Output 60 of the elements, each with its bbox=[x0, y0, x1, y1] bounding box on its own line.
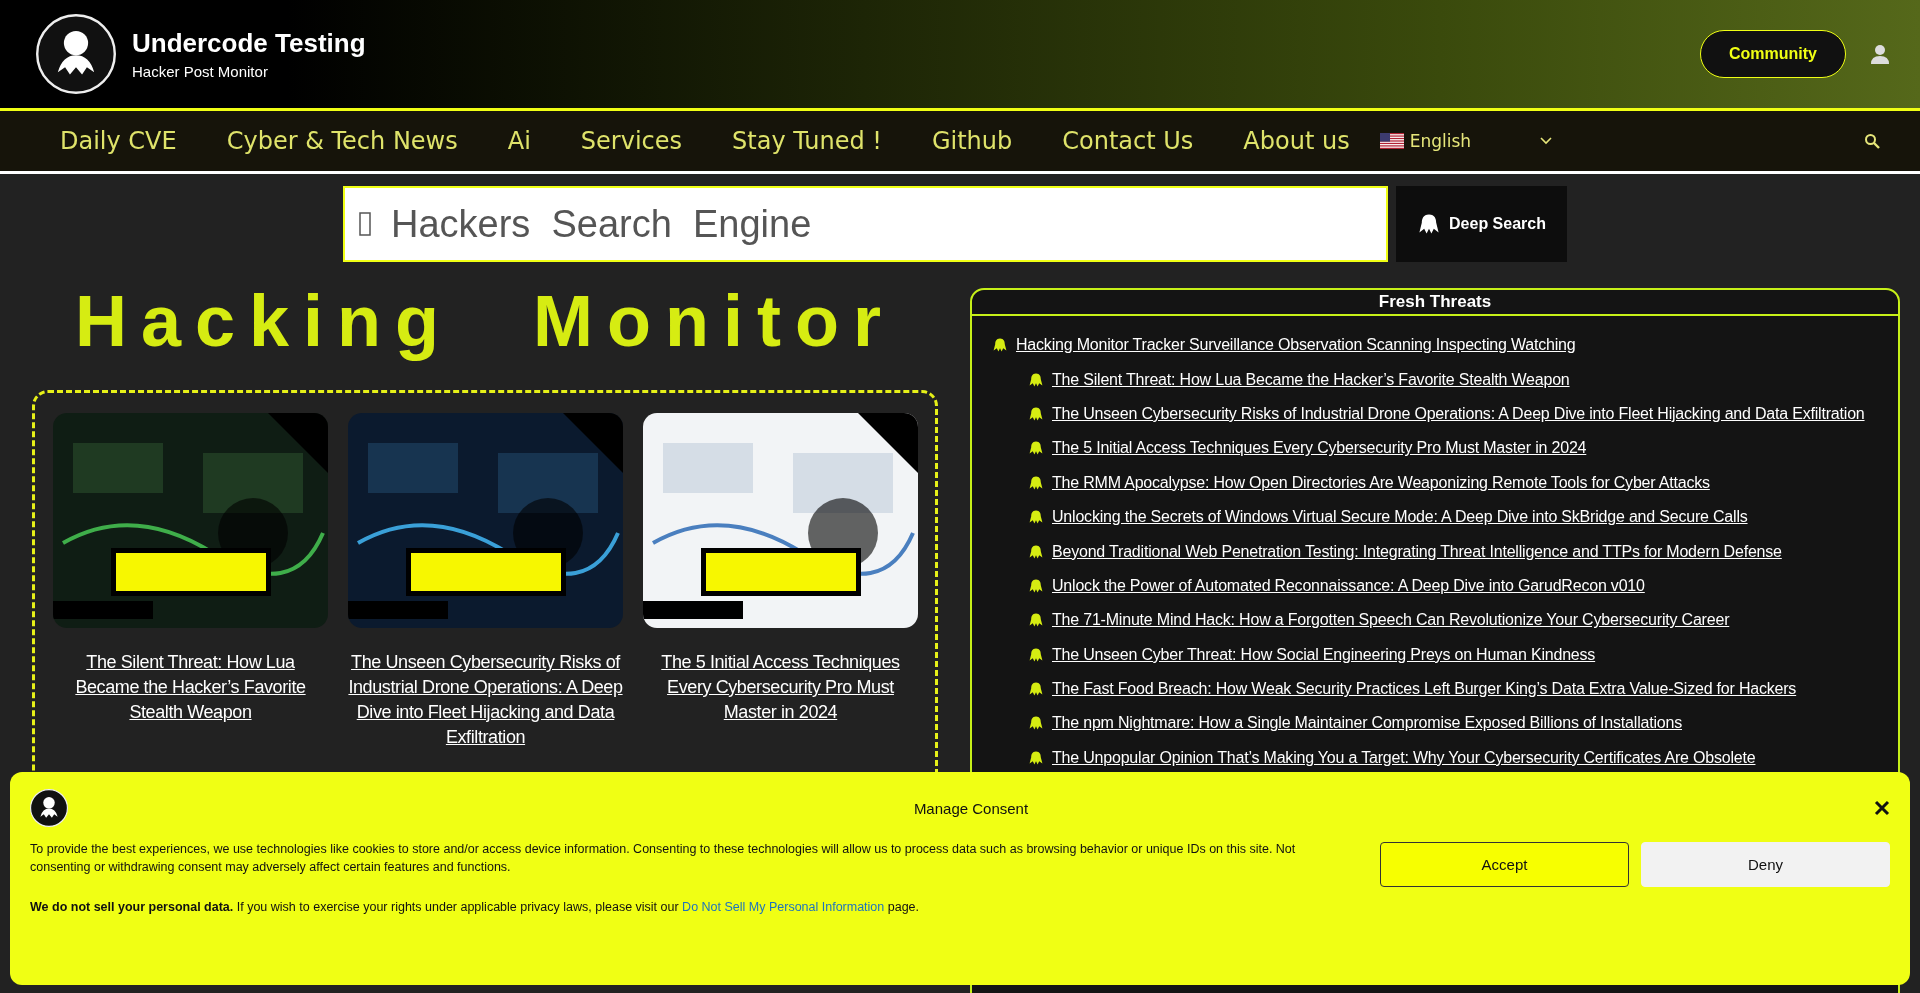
octopus-icon bbox=[1028, 440, 1044, 457]
headline-word: Hacking bbox=[75, 280, 454, 362]
octopus-icon bbox=[1028, 612, 1044, 629]
consent-title: Manage Consent bbox=[913, 799, 1029, 817]
missing-glyph-icon bbox=[359, 212, 371, 236]
threat-link[interactable]: The Unseen Cyber Threat: How Social Engineering Preys on Human Kindness bbox=[1052, 645, 1596, 664]
threat-link[interactable]: The npm Nightmare: How a Single Maintainer Compromise Exposed Billions of Installations bbox=[1052, 714, 1682, 733]
privacy-link[interactable]: Do Not Sell My Personal Information bbox=[682, 900, 885, 914]
site-title[interactable]: Undercode Testing bbox=[132, 28, 366, 59]
threat-link[interactable]: The Unseen Cybersecurity Risks of Industrial Drone Operations: A Deep Dive into Fleet Hijacking and Data Exfiltration bbox=[1052, 404, 1865, 423]
headline-word: Monitor bbox=[533, 280, 895, 362]
flag-icon bbox=[1379, 133, 1404, 149]
threat-link[interactable]: The RMM Apocalypse: How Open Directories Are Weaponizing Remote Tools for Cyber Attacks bbox=[1052, 473, 1710, 492]
user-icon[interactable] bbox=[1870, 44, 1890, 64]
post-title-link[interactable]: The Silent Threat: How Lua Became the Hacker’s Favorite Stealth Weapon bbox=[53, 650, 328, 725]
octopus-icon bbox=[992, 337, 1008, 354]
octopus-icon bbox=[1028, 681, 1044, 698]
community-button[interactable]: Community bbox=[1700, 30, 1846, 78]
octopus-icon bbox=[1028, 405, 1044, 422]
threat-link[interactable]: Beyond Traditional Web Penetration Testing: Integrating Threat Intelligence and TTPs for Modern Defense bbox=[1052, 542, 1782, 561]
nav-link[interactable]: Cyber & Tech News bbox=[226, 127, 458, 155]
octopus-icon bbox=[1028, 371, 1044, 388]
nav-link[interactable]: About us bbox=[1243, 127, 1350, 155]
consent-text: To provide the best experiences, we use technologies like cookies to store and/or access device information. Consenting to these technologies will allow us to process data such as browsing behavior or unique IDs on this site. Not consenting or withdrawing consent may adversely affect certain features and functions. bbox=[30, 841, 1297, 876]
threat-link[interactable]: Unlocking the Secrets of Windows Virtual Secure Mode: A Deep Dive into SkBridge and Secure Calls bbox=[1052, 508, 1748, 527]
threat-link[interactable]: The Fast Food Breach: How Weak Security Practices Left Burger King’s Data Extra Value-Sized for Hackers bbox=[1052, 680, 1797, 699]
threat-link[interactable]: Hacking Monitor Tracker Surveillance Observation Scanning Inspecting Watching bbox=[1016, 336, 1576, 355]
chevron-down-icon[interactable] bbox=[1539, 137, 1552, 145]
panel-title: Fresh Threats bbox=[1378, 292, 1492, 312]
site-tagline: Hacker Post Monitor bbox=[132, 63, 269, 80]
post-title-link[interactable]: The 5 Initial Access Techniques Every Cybersecurity Pro Must Master in 2024 bbox=[643, 650, 918, 725]
deny-button[interactable]: Deny bbox=[1641, 842, 1890, 887]
nav-link[interactable]: Contact Us bbox=[1062, 127, 1194, 155]
post-title-link[interactable]: The Unseen Cybersecurity Risks of Industrial Drone Operations: A Deep Dive into Fleet Hijacking and Data Exfiltration bbox=[348, 650, 623, 750]
octopus-icon bbox=[1028, 646, 1044, 663]
nav-link[interactable]: Services bbox=[580, 127, 683, 155]
threat-link[interactable]: The 5 Initial Access Techniques Every Cybersecurity Pro Must Master in 2024 bbox=[1052, 439, 1587, 458]
octopus-icon bbox=[1028, 749, 1044, 766]
nav-link[interactable]: Daily CVE bbox=[60, 127, 177, 155]
threat-link[interactable]: Unlock the Power of Automated Reconnaissance: A Deep Dive into GarudRecon v010 bbox=[1052, 576, 1645, 595]
octopus-icon bbox=[1028, 509, 1044, 526]
nav-link[interactable]: Github bbox=[931, 127, 1013, 155]
close-icon[interactable] bbox=[1874, 800, 1890, 816]
logo-icon bbox=[36, 14, 116, 94]
octopus-icon bbox=[1028, 543, 1044, 560]
octopus-icon bbox=[1028, 474, 1044, 491]
threat-link[interactable]: The Unpopular Opinion That’s Making You a Target: Why Your Cybersecurity Certificates Are Obsolete bbox=[1052, 748, 1756, 767]
nav-link[interactable]: Ai bbox=[507, 127, 531, 155]
accept-button[interactable]: Accept bbox=[1380, 842, 1629, 887]
threat-link[interactable]: The Silent Threat: How Lua Became the Hacker’s Favorite Stealth Weapon bbox=[1052, 370, 1570, 389]
language-label[interactable]: English bbox=[1409, 131, 1472, 151]
deep-search-button[interactable]: Deep Search bbox=[1396, 186, 1567, 262]
logo-icon bbox=[30, 789, 68, 827]
search-field[interactable]: Hackers Search Engine bbox=[343, 186, 1388, 262]
privacy-notice: We do not sell your personal data. If you wish to exercise your rights under applicable privacy laws, please visit our Do Not Sell My Personal Information page. bbox=[30, 899, 921, 916]
search-icon[interactable] bbox=[1864, 133, 1880, 149]
octopus-icon bbox=[1028, 577, 1044, 594]
threat-link[interactable]: The 71-Minute Mind Hack: How a Forgotten Speech Can Revolutionize Your Cybersecurity Career bbox=[1052, 611, 1730, 630]
octopus-icon bbox=[1028, 715, 1044, 732]
nav-link[interactable]: Stay Tuned ! bbox=[732, 127, 882, 155]
